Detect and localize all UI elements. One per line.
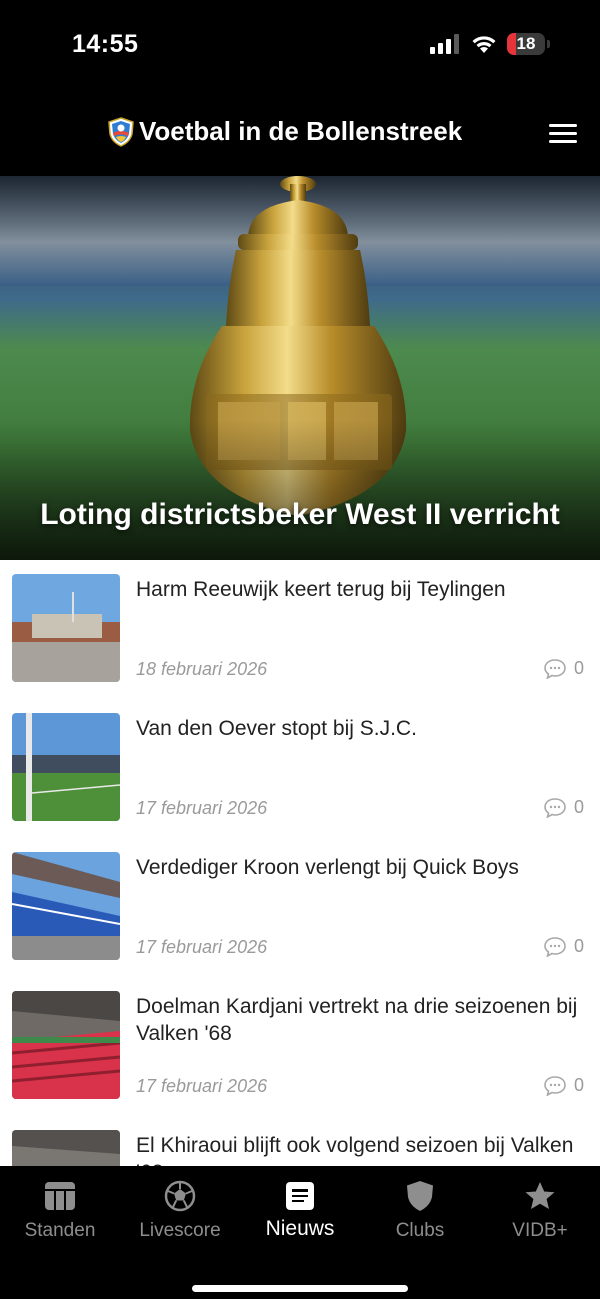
news-thumbnail xyxy=(12,574,120,682)
news-date: 17 februari 2026 xyxy=(136,1076,268,1096)
news-item[interactable]: Doelman Kardjani vertrekt na drie seizoe… xyxy=(0,977,600,1118)
comment-bubble-icon xyxy=(544,659,566,680)
news-title: Doelman Kardjani vertrekt na drie seizoe… xyxy=(136,995,578,1045)
news-date: 18 februari 2026 xyxy=(136,659,268,679)
comment-bubble-icon xyxy=(544,798,566,819)
bottom-tab-bar: Standen Livescore Nieuws Clubs VIDB+ xyxy=(0,1166,600,1299)
tab-label: Livescore xyxy=(139,1220,221,1241)
comment-bubble-icon xyxy=(544,1076,566,1097)
status-time: 14:55 xyxy=(72,30,139,58)
news-list: Harm Reeuwijk keert terug bij Teylingen … xyxy=(0,560,600,1166)
news-thumbnail xyxy=(12,991,120,1099)
club-shield-logo-icon xyxy=(108,117,134,147)
battery-level: 18 xyxy=(516,34,536,53)
tab-vidb-plus[interactable]: VIDB+ xyxy=(480,1166,600,1262)
tab-label: VIDB+ xyxy=(512,1220,568,1241)
comment-count: 0 xyxy=(544,936,584,958)
tab-clubs[interactable]: Clubs xyxy=(360,1166,480,1262)
news-date: 17 februari 2026 xyxy=(136,798,268,818)
comment-count-value: 0 xyxy=(573,797,584,817)
news-title: Verdediger Kroon verlengt bij Quick Boys xyxy=(136,856,519,879)
tab-label: Clubs xyxy=(395,1220,445,1241)
app-title: Voetbal in de Bollenstreek xyxy=(139,116,463,146)
news-icon xyxy=(286,1182,314,1210)
status-bar: 14:55 18 xyxy=(0,0,600,90)
news-item[interactable]: Harm Reeuwijk keert terug bij Teylingen … xyxy=(0,560,600,701)
news-item[interactable]: Verdediger Kroon verlengt bij Quick Boys… xyxy=(0,838,600,979)
app-header: Voetbal in de Bollenstreek xyxy=(0,90,600,176)
star-icon xyxy=(525,1182,555,1209)
news-item[interactable]: Van den Oever stopt bij S.J.C. 17 februa… xyxy=(0,699,600,840)
news-thumbnail xyxy=(12,713,120,821)
tab-livescore[interactable]: Livescore xyxy=(120,1166,240,1262)
news-thumbnail xyxy=(12,1130,120,1166)
tab-label: Standen xyxy=(24,1220,96,1241)
standings-table-icon xyxy=(45,1182,75,1210)
news-thumbnail xyxy=(12,852,120,960)
hero-featured-article[interactable]: Loting districtsbeker West II verricht xyxy=(0,176,600,560)
news-date: 17 februari 2026 xyxy=(136,937,268,957)
news-title: Harm Reeuwijk keert terug bij Teylingen xyxy=(136,578,506,601)
tab-standen[interactable]: Standen xyxy=(0,1166,120,1262)
news-title: El Khiraoui blijft ook volgend seizoen b… xyxy=(136,1134,574,1166)
comment-count: 0 xyxy=(544,797,584,819)
home-indicator[interactable] xyxy=(192,1285,408,1292)
wifi-icon xyxy=(472,36,496,53)
comment-count-value: 0 xyxy=(573,1075,584,1095)
news-item[interactable]: El Khiraoui blijft ook volgend seizoen b… xyxy=(0,1116,600,1166)
cellular-signal-icon xyxy=(430,34,459,54)
comment-count: 0 xyxy=(544,658,584,680)
comment-count: 0 xyxy=(544,1075,584,1097)
comment-count-value: 0 xyxy=(573,936,584,956)
news-title: Van den Oever stopt bij S.J.C. xyxy=(136,717,417,740)
soccer-ball-icon xyxy=(164,1180,196,1212)
comment-bubble-icon xyxy=(544,937,566,958)
tab-nieuws[interactable]: Nieuws xyxy=(240,1166,360,1262)
battery-icon: 18 xyxy=(507,33,550,55)
hero-title: Loting districtsbeker West II verricht xyxy=(40,498,560,531)
hero-overlay xyxy=(0,420,600,560)
hamburger-menu-icon[interactable] xyxy=(546,122,580,146)
comment-count-value: 0 xyxy=(573,658,584,678)
tab-label: Nieuws xyxy=(265,1217,335,1240)
shield-icon xyxy=(407,1181,433,1211)
